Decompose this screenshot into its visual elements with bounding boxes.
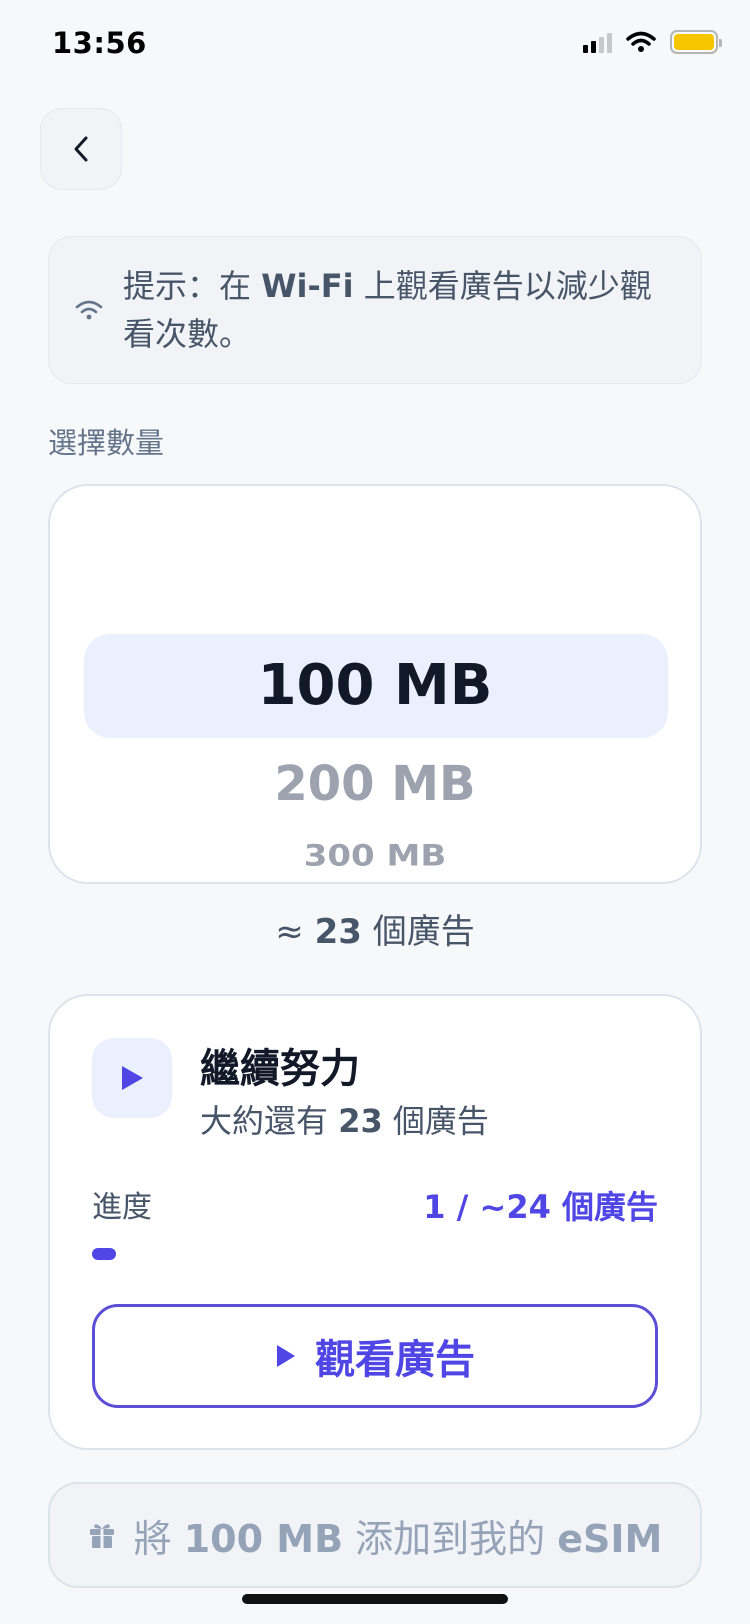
wifi-icon bbox=[75, 300, 103, 320]
play-icon bbox=[277, 1345, 295, 1367]
progress-bar bbox=[92, 1248, 658, 1260]
picker-option-100mb[interactable]: 100 MB bbox=[50, 644, 700, 728]
battery-icon bbox=[670, 30, 722, 54]
watch-ad-button-label: 觀看廣告 bbox=[315, 1337, 475, 1383]
watch-ad-button[interactable]: 觀看廣告 bbox=[92, 1304, 658, 1408]
card-title: 繼續努力 bbox=[200, 1046, 360, 1092]
status-time: 13:56 bbox=[52, 26, 147, 60]
progress-label: 進度 bbox=[92, 1190, 152, 1225]
progress-count: 1 / ~24 個廣告 bbox=[423, 1188, 658, 1226]
back-button[interactable] bbox=[40, 108, 122, 190]
play-icon bbox=[122, 1066, 143, 1090]
picker-option-300mb[interactable]: 300 MB bbox=[50, 839, 700, 873]
wifi-status-icon bbox=[626, 31, 656, 52]
progress-card: 繼續努力 大約還有 23 個廣告 進度 1 / ~24 個廣告 觀看廣告 bbox=[48, 994, 702, 1450]
select-amount-label: 選擇數量 bbox=[48, 426, 165, 460]
picker-option-200mb[interactable]: 200 MB bbox=[50, 752, 700, 816]
progress-bar-fill bbox=[92, 1248, 116, 1260]
gift-icon bbox=[89, 1524, 114, 1548]
play-tile bbox=[92, 1038, 172, 1118]
ad-estimate: ≈ 23 個廣告 bbox=[275, 912, 475, 952]
amount-picker[interactable]: 100 MB 200 MB 300 MB bbox=[48, 484, 702, 884]
home-indicator bbox=[242, 1594, 508, 1604]
tip-card: 提示：在 Wi-Fi 上觀看廣告以減少觀看次數。 bbox=[48, 236, 702, 384]
add-to-esim-button[interactable]: 將 100 MB 添加到我的 eSIM bbox=[48, 1482, 702, 1588]
cellular-signal-icon bbox=[583, 31, 612, 53]
status-icons bbox=[583, 30, 722, 54]
card-subtitle: 大約還有 23 個廣告 bbox=[200, 1102, 489, 1140]
chevron-left-icon bbox=[74, 136, 88, 162]
status-bar: 13:56 bbox=[0, 0, 750, 90]
tip-text: 提示：在 Wi-Fi 上觀看廣告以減少觀看次數。 bbox=[123, 267, 652, 353]
add-to-esim-label: 將 100 MB 添加到我的 eSIM bbox=[133, 1516, 663, 1561]
